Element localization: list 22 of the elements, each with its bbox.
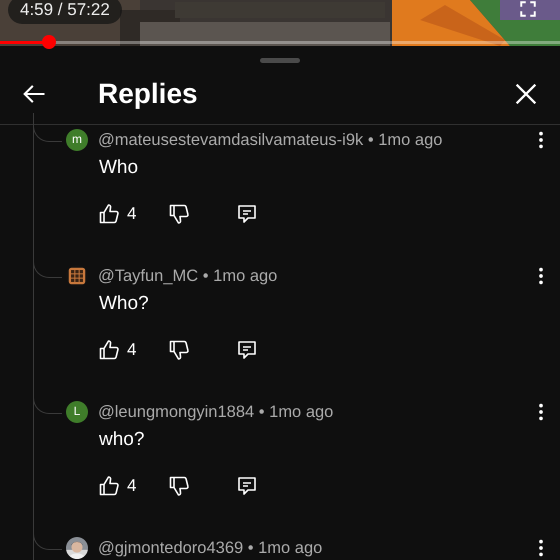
- dislike-icon[interactable]: [167, 474, 192, 498]
- dislike-icon[interactable]: [167, 202, 192, 226]
- comment-text: Who?: [99, 292, 150, 316]
- comment-meta: @mateusestevamdasilvamateus-i9k • 1mo ago: [98, 130, 442, 150]
- user-avatar[interactable]: m: [66, 129, 88, 151]
- like-count: 4: [127, 340, 136, 360]
- like-icon[interactable]: [97, 338, 121, 362]
- comment-meta: @leungmongyin1884 • 1mo ago: [98, 402, 334, 422]
- like-count: 4: [127, 204, 136, 224]
- grid-avatar-icon[interactable]: [66, 265, 88, 287]
- user-avatar[interactable]: L: [66, 401, 88, 423]
- like-icon[interactable]: [97, 202, 121, 226]
- comment-meta: @gjmontedoro4369 • 1mo ago: [98, 538, 322, 558]
- comment-text: who?: [99, 428, 146, 452]
- like-icon[interactable]: [97, 474, 121, 498]
- like-count: 4: [127, 476, 136, 496]
- drag-handle[interactable]: [260, 58, 300, 63]
- panel-title: Replies: [98, 78, 198, 110]
- comment-meta: @Tayfun_MC • 1mo ago: [98, 266, 278, 286]
- dislike-icon[interactable]: [167, 338, 192, 362]
- comment-text: Who: [99, 156, 140, 180]
- video-time: 4:59 / 57:22: [8, 0, 122, 24]
